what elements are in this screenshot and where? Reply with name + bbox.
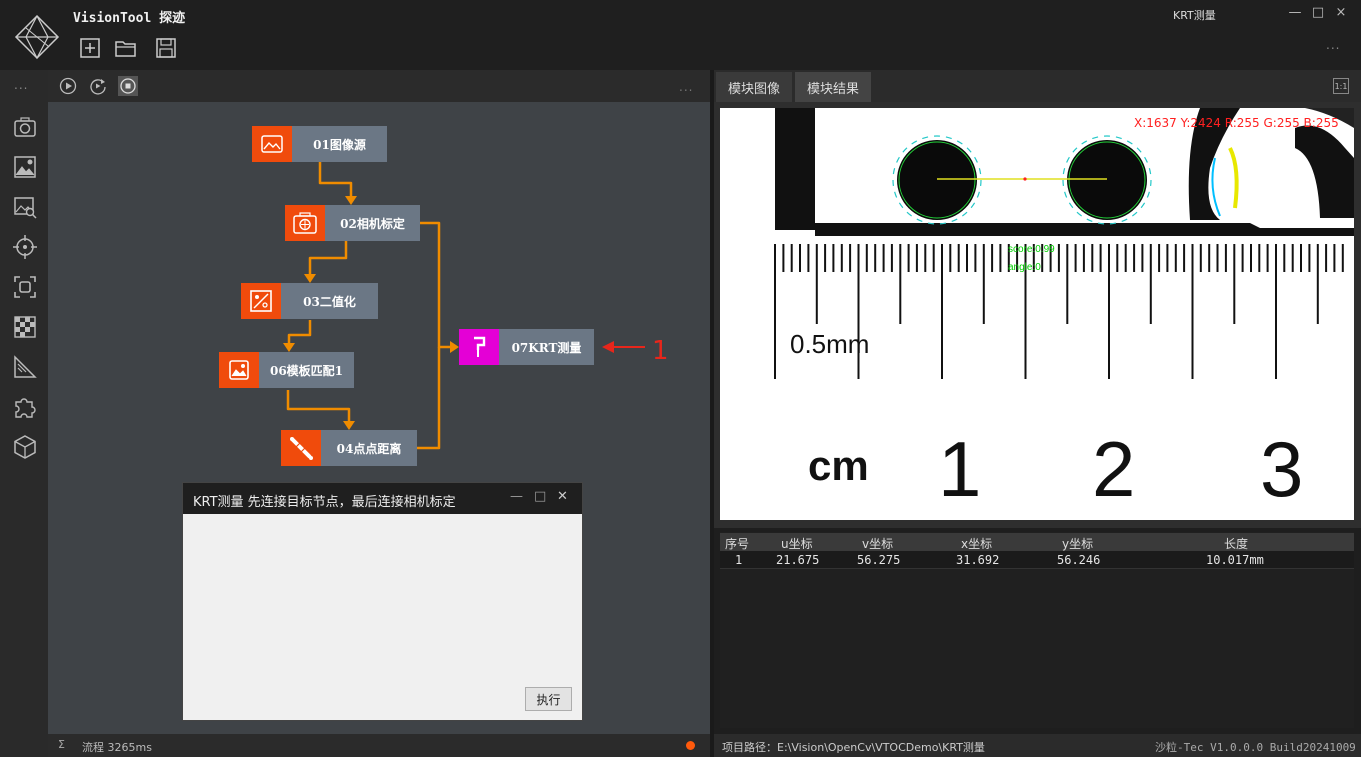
col-header-index: 序号 <box>725 537 750 551</box>
cube-icon[interactable] <box>12 434 38 460</box>
cell-u: 21.675 <box>776 553 820 567</box>
sigma-icon: Σ <box>58 738 65 751</box>
ruler-number-2: 2 <box>1092 425 1135 513</box>
flow-node-06[interactable]: 06模板匹配1 <box>219 352 354 388</box>
unit-label: cm <box>808 442 869 489</box>
build-info: 沙粒-Tec V1.0.0.0 Build20241009 <box>1155 741 1356 754</box>
cell-y: 56.246 <box>1057 553 1101 567</box>
krt-dialog: KRT测量 先连接目标节点，最后连接相机标定 — □ ✕ 执行 <box>182 482 583 721</box>
checkerboard-icon[interactable] <box>12 314 38 340</box>
node-icon-bg <box>281 430 321 466</box>
focus-frame-icon[interactable] <box>12 274 38 300</box>
scale-label: 0.5mm <box>790 329 869 359</box>
col-header-length: 长度 <box>1224 537 1249 551</box>
annotation-label-1: 1 <box>652 336 669 366</box>
title-bar <box>0 0 1361 70</box>
flow-node-label: 04点点距离 <box>321 430 417 466</box>
camera-target-icon <box>293 212 317 234</box>
stop-icon[interactable] <box>118 76 138 96</box>
dialog-maximize-button[interactable]: □ <box>534 489 546 504</box>
node-icon-bg <box>219 352 259 388</box>
dialog-close-button[interactable]: ✕ <box>557 489 568 504</box>
image-icon <box>261 135 283 153</box>
ruler-number-3: 3 <box>1260 425 1303 513</box>
step-icon[interactable] <box>88 76 108 96</box>
col-header-x: x坐标 <box>961 537 993 551</box>
maximize-button[interactable]: □ <box>1309 5 1327 20</box>
window-caption: KRT测量 <box>1173 9 1216 22</box>
ruler-number-1: 1 <box>938 425 981 513</box>
cell-length: 10.017mm <box>1206 553 1264 567</box>
krt-icon <box>474 336 486 357</box>
close-button[interactable]: × <box>1332 5 1350 20</box>
title-more-menu[interactable]: ... <box>1326 38 1340 52</box>
col-header-u: u坐标 <box>781 537 813 551</box>
play-icon[interactable] <box>58 76 78 96</box>
pixel-readout: X:1637 Y:2424 R:255 G:255 B:255 <box>1134 116 1339 130</box>
dialog-title: KRT测量 先连接目标节点，最后连接相机标定 <box>193 495 456 510</box>
flow-time: 流程 3265ms <box>82 741 152 754</box>
project-path: 项目路径：E:\Vision\OpenCv\VTOCDemo\KRT测量 <box>722 741 985 754</box>
app-title: VisionTool 探迹 <box>73 11 186 26</box>
flow-node-03[interactable]: 03二值化 <box>241 283 378 319</box>
node-icon-bg <box>459 329 499 365</box>
app-logo-icon <box>14 14 60 60</box>
overlay-score: score:0.99 <box>1008 244 1055 255</box>
table-header <box>720 533 1354 551</box>
node-icon-bg <box>252 126 292 162</box>
sidebar-more-menu[interactable]: ... <box>14 78 28 92</box>
minimize-button[interactable]: — <box>1286 5 1304 20</box>
flow-node-07[interactable]: 07KRT测量 <box>459 329 594 365</box>
image-search-icon[interactable] <box>12 194 38 220</box>
cell-x: 31.692 <box>956 553 1000 567</box>
flow-node-04[interactable]: 04点点距离 <box>281 430 417 466</box>
col-header-y: y坐标 <box>1062 537 1094 551</box>
flow-node-label: 03二值化 <box>281 283 378 319</box>
puzzle-icon[interactable] <box>12 394 38 420</box>
flow-node-label: 02相机标定 <box>325 205 420 241</box>
overlay-angle: angle:0 <box>1008 262 1041 273</box>
tab-module-result[interactable]: 模块结果 <box>795 72 872 102</box>
camera-icon[interactable] <box>12 114 38 140</box>
flow-node-01[interactable]: 01图像源 <box>252 126 387 162</box>
image-add-icon[interactable] <box>12 154 38 180</box>
tab-module-image[interactable]: 模块图像 <box>716 72 793 102</box>
run-button[interactable]: 执行 <box>525 687 572 711</box>
node-icon-bg <box>241 283 281 319</box>
node-icon-bg <box>285 205 325 241</box>
cell-index: 1 <box>735 553 743 567</box>
dialog-minimize-button[interactable]: — <box>510 489 523 504</box>
save-icon[interactable] <box>154 36 178 60</box>
flow-node-label: 06模板匹配1 <box>259 352 354 388</box>
flow-toolbar <box>48 70 710 102</box>
distance-icon <box>290 437 313 460</box>
col-header-v: v坐标 <box>862 537 894 551</box>
status-indicator <box>686 741 695 750</box>
crosshair-icon[interactable] <box>12 234 38 260</box>
ratio-1-1-button[interactable]: 1:1 <box>1333 78 1349 94</box>
cell-v: 56.275 <box>857 553 901 567</box>
flow-node-label: 07KRT测量 <box>499 329 594 365</box>
binarize-icon <box>250 290 272 312</box>
new-file-icon[interactable] <box>78 36 102 60</box>
ruler-icon[interactable] <box>12 354 38 380</box>
open-folder-icon[interactable] <box>114 36 138 60</box>
image-viewer[interactable]: score:0.99 angle:0 0.5mm cm 1 2 3 <box>720 108 1354 520</box>
flow-node-label: 01图像源 <box>292 126 387 162</box>
ruler-image: score:0.99 angle:0 0.5mm cm 1 2 3 <box>720 108 1354 520</box>
flow-node-02[interactable]: 02相机标定 <box>285 205 420 241</box>
flow-more-menu[interactable]: ... <box>679 80 693 94</box>
template-icon <box>229 360 249 380</box>
